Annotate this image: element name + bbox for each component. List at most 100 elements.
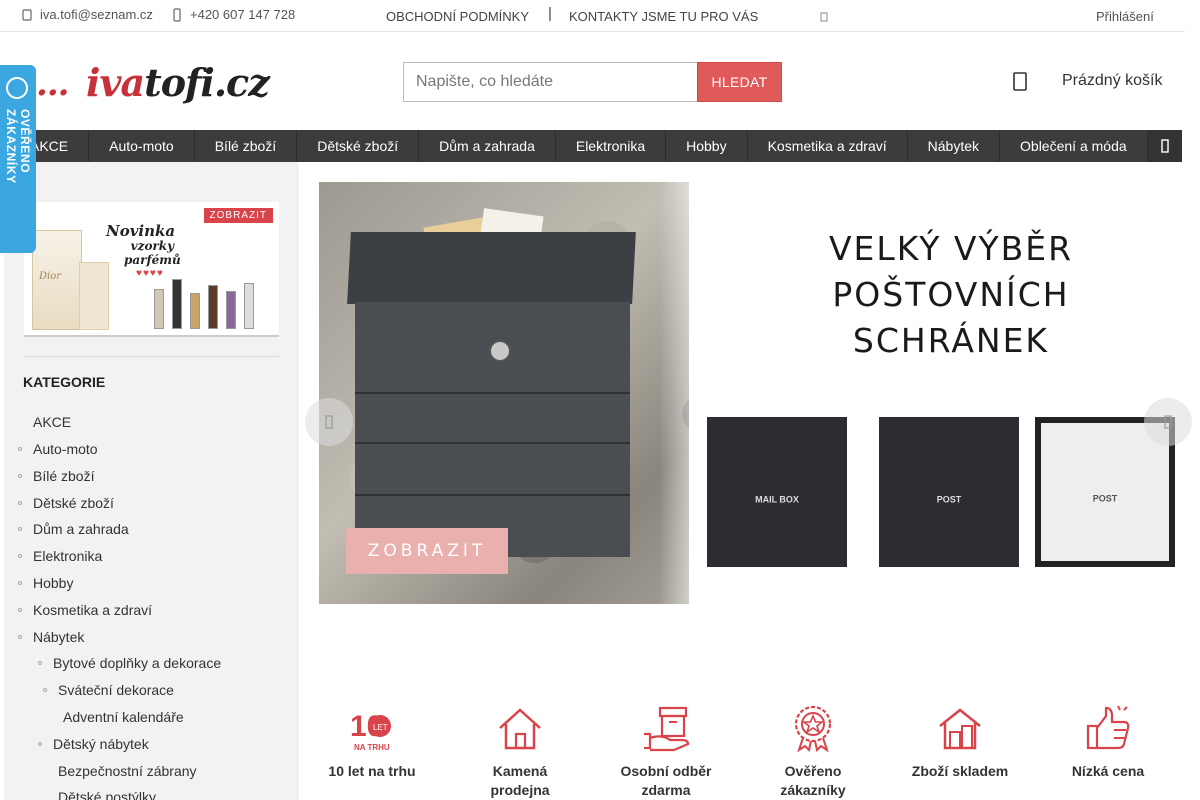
perfume-promo-banner[interactable]: Dior ZOBRAZIT Novinka vzorky parfémů ♥♥♥♥ [24, 202, 279, 337]
feature-label-line: zákazníky [780, 782, 846, 798]
category-item[interactable]: Hobby [18, 575, 73, 591]
category-label[interactable]: Elektronika [33, 548, 102, 564]
more-icon [1161, 139, 1169, 153]
nav-item-elektronika[interactable]: Elektronika [556, 130, 667, 162]
nav-item-dum-a-zahrada[interactable]: Dům a zahrada [419, 130, 556, 162]
category-label[interactable]: Bezpečnostní zábrany [58, 763, 197, 779]
category-item[interactable]: Auto-moto [18, 441, 98, 457]
vial-image [154, 289, 164, 329]
site-logo[interactable]: ... ivatofi.cz [30, 58, 270, 106]
category-label[interactable]: Bílé zboží [33, 468, 94, 484]
nav-more-button[interactable] [1148, 130, 1182, 162]
login-link[interactable]: Přihlášení [1096, 9, 1154, 24]
category-label[interactable]: Dětské zboží [33, 495, 114, 511]
category-item[interactable]: Dům a zahrada [18, 521, 129, 537]
bullet-icon [38, 661, 42, 665]
logo-iva: iva [86, 60, 145, 105]
category-label[interactable]: Dům a zahrada [33, 521, 129, 537]
category-label[interactable]: Sváteční dekorace [58, 682, 174, 698]
nav-item-bile-zbozi[interactable]: Bílé zboží [195, 130, 298, 162]
feature-label-line: Kamená [492, 763, 548, 779]
bullet-icon [18, 554, 22, 558]
feature-anniversary: 10 LET NA TRHU 10 let na trhu [312, 704, 432, 781]
category-item[interactable]: Elektronika [18, 548, 102, 564]
house-icon [499, 708, 541, 750]
nav-item-hobby[interactable]: Hobby [666, 130, 748, 162]
promo-show-button[interactable]: ZOBRAZIT [203, 208, 273, 223]
carousel-next-arrow[interactable] [1144, 398, 1192, 446]
bullet-icon [18, 447, 22, 451]
terms-link[interactable]: OBCHODNÍ PODMÍNKY [386, 9, 529, 24]
category-label[interactable]: Dětské postýlky [58, 789, 156, 800]
category-item[interactable]: Dětské zboží [18, 495, 114, 511]
anniversary-market: NA TRHU [354, 743, 390, 752]
subcategory-item[interactable]: Dětské postýlky [58, 789, 156, 800]
category-item[interactable]: AKCE [33, 414, 71, 430]
mailbox-product: POST [879, 417, 1019, 567]
carousel-prev-arrow[interactable] [305, 398, 353, 446]
category-label[interactable]: Hobby [33, 575, 73, 591]
perfume-brand: Dior [39, 271, 62, 282]
email-contact[interactable]: iva.tofi@seznam.cz [22, 7, 153, 22]
bullet-icon [18, 581, 22, 585]
phone-text[interactable]: +420 607 147 728 [190, 7, 295, 22]
nav-item-obleceni[interactable]: Oblečení a móda [1000, 130, 1148, 162]
perfume-bottle-image [79, 262, 109, 330]
contacts-link[interactable]: KONTAKTY JSME TU PRO VÁS [569, 9, 758, 24]
category-label[interactable]: Nábytek [33, 629, 84, 645]
anniversary-10-icon: 10 LET NA TRHU [350, 710, 391, 752]
feature-label: Osobní odběr zdarma [606, 762, 726, 800]
feature-label: Ověřeno zákazníky [753, 762, 873, 800]
subcategory-item[interactable]: Bytové doplňky a dekorace [38, 655, 221, 671]
bullet-icon [18, 608, 22, 612]
feature-label: 10 let na trhu [328, 763, 416, 779]
categories-title: KATEGORIE [23, 374, 106, 390]
top-bar: iva.tofi@seznam.cz +420 607 147 728 OBCH… [0, 0, 1185, 32]
nav-item-auto-moto[interactable]: Auto-moto [89, 130, 195, 162]
dropdown-icon[interactable] [820, 12, 828, 22]
category-label[interactable]: Dětský nábytek [53, 736, 149, 752]
stock-house-icon [939, 708, 981, 750]
search-bar: HLEDAT [403, 62, 782, 102]
category-label[interactable]: Adventní kalendáře [63, 709, 184, 725]
feature-low-price: Nízká cena [1048, 704, 1168, 781]
mailbox-product: MAIL BOX [707, 417, 847, 567]
subcategory-item[interactable]: Adventní kalendáře [63, 709, 184, 725]
category-item[interactable]: Kosmetika a zdraví [18, 602, 152, 618]
topbar-separator: | [548, 5, 552, 22]
cart[interactable]: Prázdný košík [1012, 70, 1162, 92]
category-label[interactable]: Bytové doplňky a dekorace [53, 655, 221, 671]
email-text[interactable]: iva.tofi@seznam.cz [40, 7, 153, 22]
bullet-icon [18, 635, 22, 639]
main-nav: AKCE Auto-moto Bílé zboží Dětské zboží D… [0, 130, 1182, 162]
feature-label-line: Ověřeno [784, 763, 842, 779]
category-label[interactable]: Auto-moto [33, 441, 98, 457]
phone-contact[interactable]: +420 607 147 728 [172, 7, 295, 22]
search-button[interactable]: HLEDAT [697, 62, 782, 102]
search-input[interactable] [403, 62, 697, 102]
verified-badge[interactable]: OVĚŘENO ZÁKAZNÍKY [0, 65, 36, 253]
cart-label[interactable]: Prázdný košík [1062, 72, 1162, 90]
category-label[interactable]: Kosmetika a zdraví [33, 602, 152, 618]
cart-icon[interactable] [1012, 70, 1028, 92]
nav-item-detske-zbozi[interactable]: Dětské zboží [297, 130, 420, 162]
category-label[interactable]: AKCE [33, 414, 71, 430]
mailbox-line [355, 494, 630, 496]
banner-show-button[interactable]: ZOBRAZIT [346, 528, 508, 574]
promo-hearts: ♥♥♥♥ [136, 268, 164, 279]
nav-item-kosmetika[interactable]: Kosmetika a zdraví [748, 130, 908, 162]
nav-item-nabytek[interactable]: Nábytek [908, 130, 1001, 162]
vial-image [172, 279, 182, 329]
banner-headline: VELKÝ VÝBĚR POŠTOVNÍCH SCHRÁNEK [761, 226, 1141, 364]
subcategory-item[interactable]: Dětský nábytek [38, 736, 149, 752]
category-item[interactable]: Bílé zboží [18, 468, 94, 484]
mail-icon [22, 8, 32, 21]
hero-banner[interactable]: VELKÝ VÝBĚR POŠTOVNÍCH SCHRÁNEK MAIL BOX… [319, 182, 1185, 604]
mailbox-label: POST [936, 494, 962, 504]
subcategory-item[interactable]: Sváteční dekorace [43, 682, 174, 698]
subcategory-item[interactable]: Bezpečnostní zábrany [58, 763, 197, 779]
headline-line: POŠTOVNÍCH [832, 275, 1070, 314]
category-item[interactable]: Nábytek [18, 629, 84, 645]
promo-subtitle-1: vzorky [130, 239, 175, 253]
promo-subtitle-2: parfémů [124, 253, 181, 267]
